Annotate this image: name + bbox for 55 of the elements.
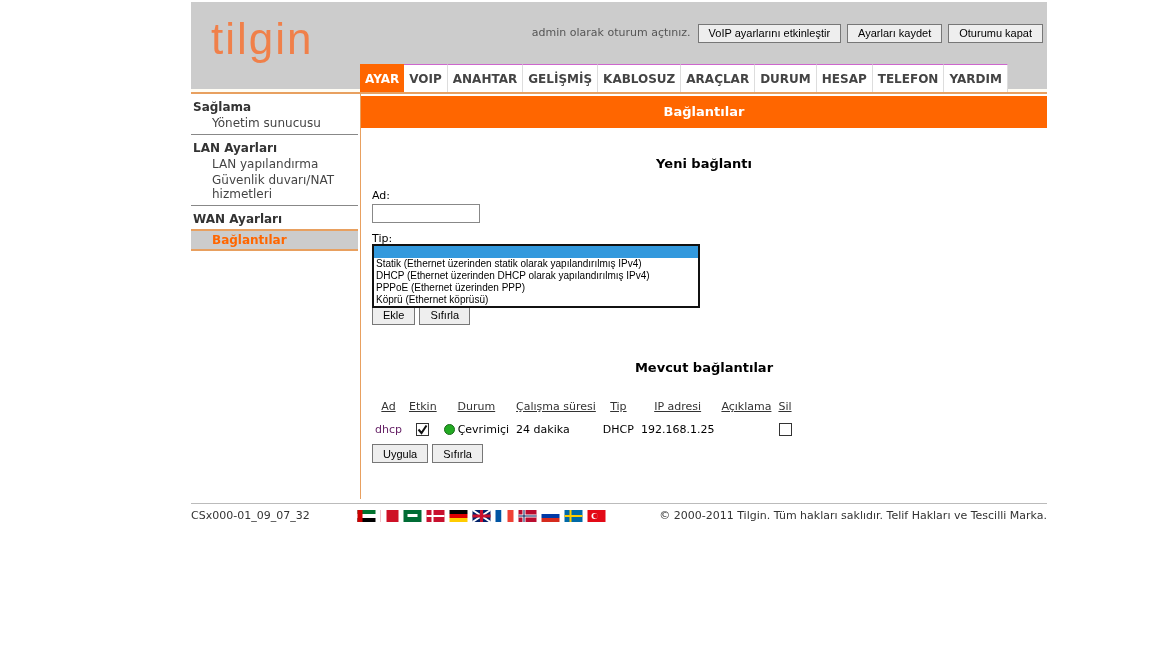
field-label: Ad:	[372, 187, 392, 204]
header-button[interactable]: Oturumu kapat	[948, 24, 1043, 43]
sidebar-heading: Sağlama	[192, 99, 253, 115]
section-heading: Mevcut bağlantılar	[633, 358, 775, 377]
column-header[interactable]: Durum	[441, 399, 512, 422]
field-label: Tip:	[372, 231, 394, 247]
column-header[interactable]: Etkin	[407, 399, 439, 422]
column-header[interactable]: Tip	[600, 399, 636, 422]
nav-tab[interactable]: ARAÇLAR	[681, 64, 756, 92]
form-button[interactable]: Sıfırla	[432, 444, 483, 464]
table-cell: Çevrimiçi	[457, 422, 510, 436]
version-text: CSx000-01_09_07_32	[191, 508, 310, 524]
sidebar-item[interactable]: Güvenlik duvarı/NAT hizmetleri	[191, 172, 358, 202]
nav-tab[interactable]: YARDIM	[944, 64, 1008, 92]
column-header[interactable]: Açıklama	[719, 399, 774, 422]
header-button[interactable]: VoIP ayarlarını etkinleştir	[697, 24, 842, 43]
nav-tab[interactable]: ANAHTAR	[447, 64, 524, 92]
flag-icon[interactable]	[356, 510, 376, 523]
flag-icon[interactable]	[471, 510, 491, 523]
section-heading: Yeni bağlantı	[655, 155, 753, 173]
nav-tab[interactable]: GELİŞMİŞ	[523, 64, 599, 92]
flag-icon[interactable]	[402, 510, 422, 523]
dropdown-option[interactable]: Statik (Ethernet üzerinden statik olarak yapılandırılmış IPv4)	[374, 258, 698, 270]
sidebar-item[interactable]: Yönetim sunucusu	[191, 115, 358, 131]
header-button[interactable]: Ayarları kaydet	[847, 24, 943, 43]
nav-tab[interactable]: VOIP	[404, 64, 448, 92]
table-cell-text: DHCP	[601, 421, 635, 438]
copyright-text: © 2000-2011 Tilgin. Tüm hakları saklıdır. Telif Hakları ve Tescilli Marka.	[659, 508, 1047, 524]
table-cell-text: 192.168.1.25	[639, 421, 716, 438]
nav-tab[interactable]: KABLOSUZ	[598, 64, 682, 92]
column-header[interactable]: IP adresi	[638, 399, 717, 422]
nav-tab[interactable]: HESAP	[816, 64, 873, 92]
sidebar-item[interactable]: LAN yapılandırma	[191, 156, 358, 172]
dropdown-option[interactable]: Köprü (Ethernet köprüsü)	[374, 294, 698, 306]
sidebar-heading: LAN Ayarları	[192, 140, 279, 156]
dropdown-option[interactable]: PPPoE (Ethernet üzerinden PPP)	[374, 282, 698, 294]
nav-tab[interactable]: DURUM	[755, 64, 817, 92]
connection-name-link[interactable]: dhcp	[373, 421, 404, 439]
column-header[interactable]: Sil	[776, 399, 794, 422]
column-header[interactable]: Çalışma süresi	[514, 399, 598, 422]
login-status-text: admin olarak oturum açtınız.	[531, 25, 691, 42]
name-input[interactable]	[372, 204, 480, 223]
table-cell-text: 24 dakika	[515, 421, 571, 438]
logo: tilgin	[211, 14, 314, 64]
column-header[interactable]: Ad	[373, 399, 404, 422]
checkbox[interactable]	[416, 423, 430, 437]
checkbox[interactable]	[778, 423, 792, 437]
flag-icon[interactable]	[494, 510, 514, 523]
sidebar-heading: WAN Ayarları	[192, 211, 284, 227]
dropdown-option[interactable]: DHCP (Ethernet üzerinden DHCP olarak yapılandırılmış IPv4)	[374, 270, 698, 282]
flag-icon[interactable]	[448, 510, 468, 523]
nav-tab[interactable]: TELEFON	[872, 64, 945, 92]
form-button[interactable]: Uygula	[372, 444, 429, 464]
page-title-bar: Bağlantılar	[361, 96, 1047, 128]
flag-icon[interactable]	[517, 510, 537, 523]
